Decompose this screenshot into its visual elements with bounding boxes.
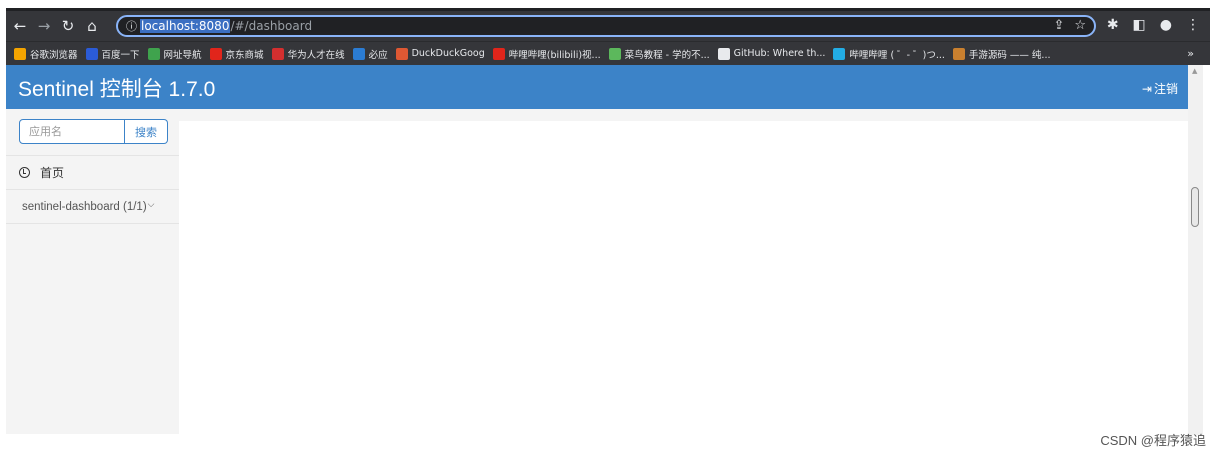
sidebar-item-label: 首页 — [40, 166, 65, 180]
huawei-icon — [271, 47, 284, 60]
bookmark-label: 必应 — [368, 49, 388, 61]
bookmark-label: GitHub: Where th... — [733, 48, 826, 59]
search-button[interactable]: 搜索 — [125, 119, 168, 144]
bookmark-item[interactable]: 必应 — [352, 47, 388, 61]
bookmark-label: DuckDuckGoog — [411, 48, 485, 59]
content-top-strip — [179, 109, 1188, 121]
share-icon[interactable]: ⇪ — [1053, 18, 1064, 33]
scroll-thumb[interactable] — [1191, 187, 1199, 227]
bookmark-label: 哔哩哔哩 ( ゜- ゜)つ... — [849, 49, 945, 61]
bookmark-item[interactable]: 手游源码 —— 纯... — [952, 47, 1051, 61]
bookmarks-bar: 谷歌浏览器 百度一下 网址导航 京东商城 华为人才在线 必应 DuckDuckGoog 哔哩哔… — [6, 41, 1210, 65]
bookmark-item[interactable]: 华为人才在线 — [271, 47, 345, 61]
bookmark-label: 华为人才在线 — [287, 49, 345, 61]
dashboard-clock-icon — [19, 167, 30, 178]
watermark: CSDN @程序猿追 — [1100, 433, 1206, 448]
bookmark-label: 手游源码 —— 纯... — [968, 49, 1051, 61]
github-icon — [717, 47, 730, 60]
bookmark-item[interactable]: GitHub: Where th... — [717, 47, 826, 60]
game-icon — [952, 47, 965, 60]
url-path: /#/dashboard — [230, 19, 313, 33]
app-search-input[interactable] — [19, 119, 125, 144]
scroll-up-icon[interactable]: ▲ — [1192, 67, 1197, 75]
sidebar-item-label: sentinel-dashboard (1/1) — [22, 200, 147, 213]
logout-label: 注销 — [1153, 82, 1178, 96]
bookmark-item[interactable]: 哔哩哔哩(bilibili)视... — [492, 47, 601, 61]
app-title[interactable]: Sentinel 控制台 1.7.0 — [18, 73, 215, 103]
menu-icon[interactable]: ⋮ — [1186, 17, 1200, 33]
bookmark-star-icon[interactable]: ☆ — [1074, 18, 1086, 33]
bookmark-item[interactable]: DuckDuckGoog — [395, 47, 485, 60]
baidu-icon — [85, 47, 98, 60]
bilibili-icon — [492, 47, 505, 60]
bookmark-label: 京东商城 — [225, 49, 264, 61]
page-scrollbar[interactable]: ▲ — [1188, 65, 1203, 435]
divider — [6, 223, 179, 224]
bookmark-item[interactable]: 百度一下 — [85, 47, 140, 61]
back-icon[interactable]: ← — [10, 16, 30, 36]
bookmark-item[interactable]: 京东商城 — [209, 47, 264, 61]
bookmark-item[interactable]: 菜鸟教程 - 学的不... — [608, 47, 710, 61]
sidebar-item-app[interactable]: sentinel-dashboard (1/1) ⌵ — [6, 190, 179, 223]
home-button-icon[interactable]: ⌂ — [82, 16, 102, 36]
sidebar: 搜索 首页 sentinel-dashboard (1/1) ⌵ — [6, 109, 179, 434]
bilibili-tv-icon — [833, 47, 846, 60]
chevron-down-icon: ⌵ — [147, 199, 155, 210]
runoob-icon — [608, 47, 621, 60]
bookmark-label: 哔哩哔哩(bilibili)视... — [508, 49, 601, 61]
extensions-icon[interactable]: ✱ — [1107, 17, 1119, 33]
bookmark-item[interactable]: 谷歌浏览器 — [14, 47, 78, 61]
browser-toolbar: ← → ↻ ⌂ ⓘ localhost:8080 /#/dashboard ⇪ … — [6, 11, 1210, 41]
app-header: Sentinel 控制台 1.7.0 ⇥ 注销 — [6, 65, 1188, 109]
bookmark-label: 网址导航 — [163, 49, 202, 61]
forward-icon[interactable]: → — [34, 16, 54, 36]
jd-icon — [209, 47, 222, 60]
bookmark-label: 百度一下 — [101, 49, 140, 61]
sidebar-item-home[interactable]: 首页 — [6, 156, 179, 189]
bookmark-label: 谷歌浏览器 — [30, 49, 78, 61]
home-icon — [147, 47, 160, 60]
bookmark-label: 菜鸟教程 - 学的不... — [624, 49, 710, 61]
app-search: 搜索 — [19, 119, 168, 144]
duckduckgo-icon — [395, 47, 408, 60]
chrome-icon — [14, 47, 26, 60]
logout-button[interactable]: ⇥ 注销 — [1142, 80, 1178, 97]
profile-icon[interactable]: ● — [1160, 17, 1172, 33]
logout-icon: ⇥ — [1141, 81, 1152, 96]
site-info-icon[interactable]: ⓘ — [126, 18, 140, 34]
reload-icon[interactable]: ↻ — [58, 16, 78, 36]
url-host: localhost:8080 — [140, 19, 231, 33]
bookmark-item[interactable]: 哔哩哔哩 ( ゜- ゜)つ... — [833, 47, 945, 61]
bookmark-item[interactable]: 网址导航 — [147, 47, 202, 61]
bing-icon — [352, 47, 365, 60]
address-bar[interactable]: ⓘ localhost:8080 /#/dashboard ⇪ ☆ — [116, 15, 1096, 37]
side-panel-icon[interactable]: ◧ — [1133, 17, 1146, 33]
bookmarks-more-icon[interactable]: » — [1187, 47, 1194, 60]
